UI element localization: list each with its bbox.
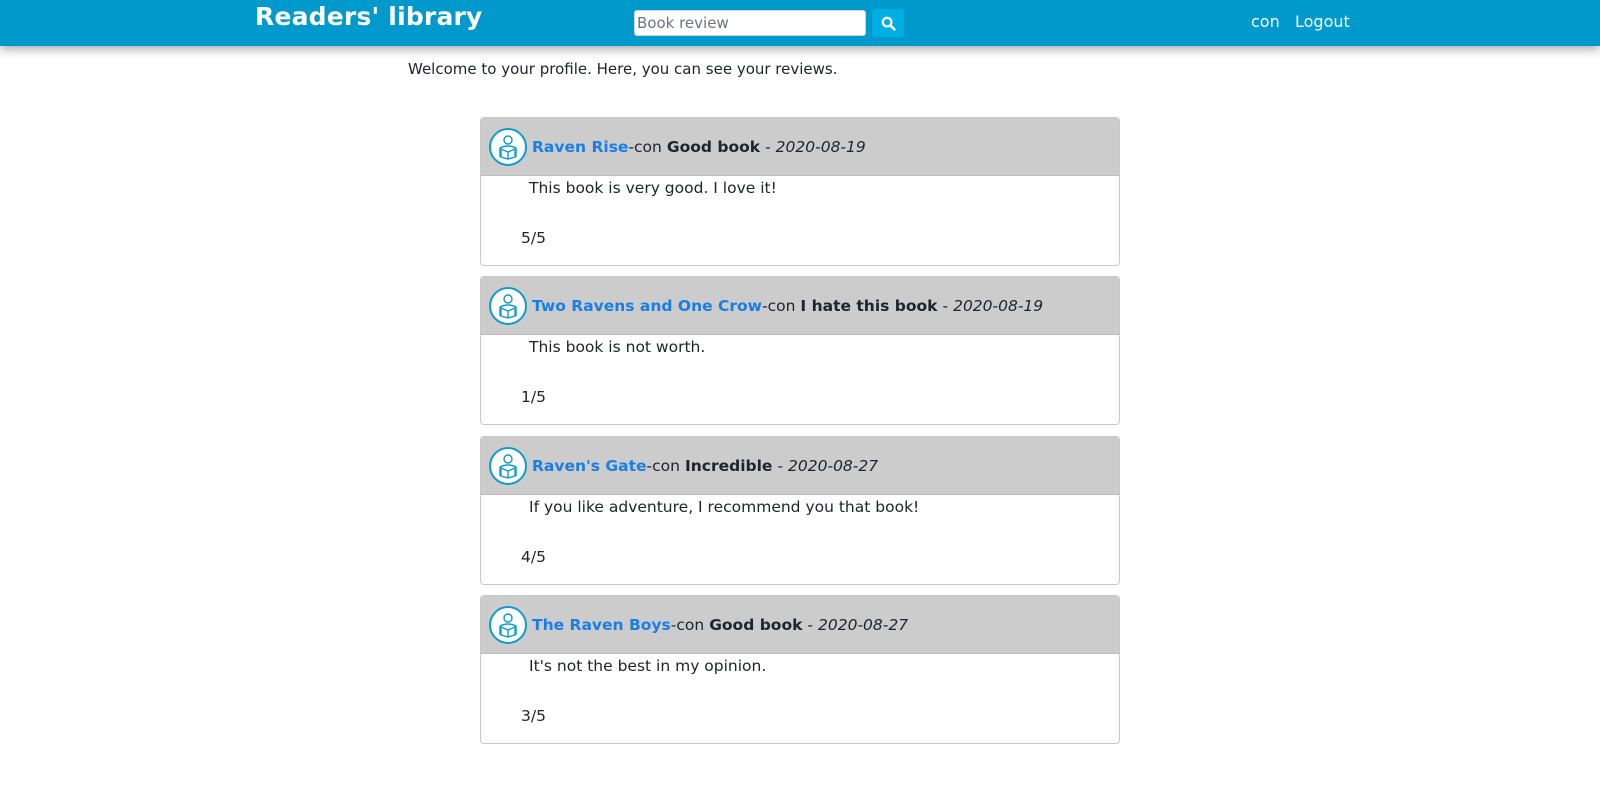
- separator: -: [942, 296, 949, 315]
- book-link[interactable]: Raven Rise: [532, 138, 628, 156]
- review-card: Raven Rise -con Good book - 2020-08-19 T…: [480, 117, 1120, 266]
- review-header: Raven Rise -con Good book - 2020-08-19: [481, 118, 1119, 176]
- review-title: Good book: [666, 137, 761, 156]
- separator: -: [807, 615, 813, 634]
- review-user: -con: [670, 615, 705, 634]
- welcome-message: Welcome to your profile. Here, you can s…: [408, 60, 838, 78]
- review-date: 2020-08-27: [788, 456, 879, 475]
- review-text: It's not the best in my opinion.: [529, 657, 767, 675]
- review-title: I hate this book: [800, 296, 938, 315]
- review-date: 2020-08-19: [953, 296, 1044, 315]
- magnifier-icon: [881, 16, 896, 31]
- review-date: 2020-08-19: [775, 137, 866, 156]
- review-card: Raven's Gate -con Incredible - 2020-08-2…: [480, 436, 1120, 585]
- separator: -: [777, 456, 784, 475]
- review-date: 2020-08-27: [818, 615, 909, 634]
- reader-avatar-icon: [489, 605, 527, 644]
- review-card: The Raven Boys -con Good book - 2020-08-…: [480, 595, 1120, 744]
- review-rating: 1/5: [521, 388, 546, 406]
- top-navbar: Readers' library con Logout: [0, 0, 1600, 46]
- reader-avatar-icon: [489, 286, 527, 325]
- book-link[interactable]: The Raven Boys: [532, 616, 671, 634]
- user-profile-link[interactable]: con: [1251, 12, 1280, 31]
- review-text: If you like adventure, I recommend you t…: [529, 498, 920, 516]
- review-header: The Raven Boys -con Good book - 2020-08-…: [481, 596, 1119, 654]
- review-title: Incredible: [684, 456, 773, 475]
- review-rating: 3/5: [521, 707, 546, 725]
- review-header: Two Ravens and One Crow -con I hate this…: [481, 277, 1119, 335]
- review-text: This book is not worth.: [529, 338, 706, 356]
- search-button[interactable]: [872, 9, 904, 37]
- book-link[interactable]: Two Ravens and One Crow: [532, 297, 762, 315]
- separator: -: [765, 137, 771, 156]
- review-user: -con: [646, 456, 680, 475]
- brand-link[interactable]: Readers' library: [255, 2, 483, 31]
- review-title: Good book: [709, 615, 803, 634]
- review-user: -con: [762, 296, 796, 315]
- reader-avatar-icon: [489, 446, 527, 485]
- book-link[interactable]: Raven's Gate: [532, 457, 647, 475]
- review-user: -con: [628, 137, 662, 156]
- review-text: This book is very good. I love it!: [529, 179, 777, 197]
- review-rating: 5/5: [521, 229, 546, 247]
- logout-link[interactable]: Logout: [1295, 12, 1350, 31]
- review-card: Two Ravens and One Crow -con I hate this…: [480, 276, 1120, 425]
- search-input[interactable]: [634, 10, 866, 36]
- reader-avatar-icon: [489, 127, 527, 166]
- review-rating: 4/5: [521, 548, 546, 566]
- review-header: Raven's Gate -con Incredible - 2020-08-2…: [481, 437, 1119, 495]
